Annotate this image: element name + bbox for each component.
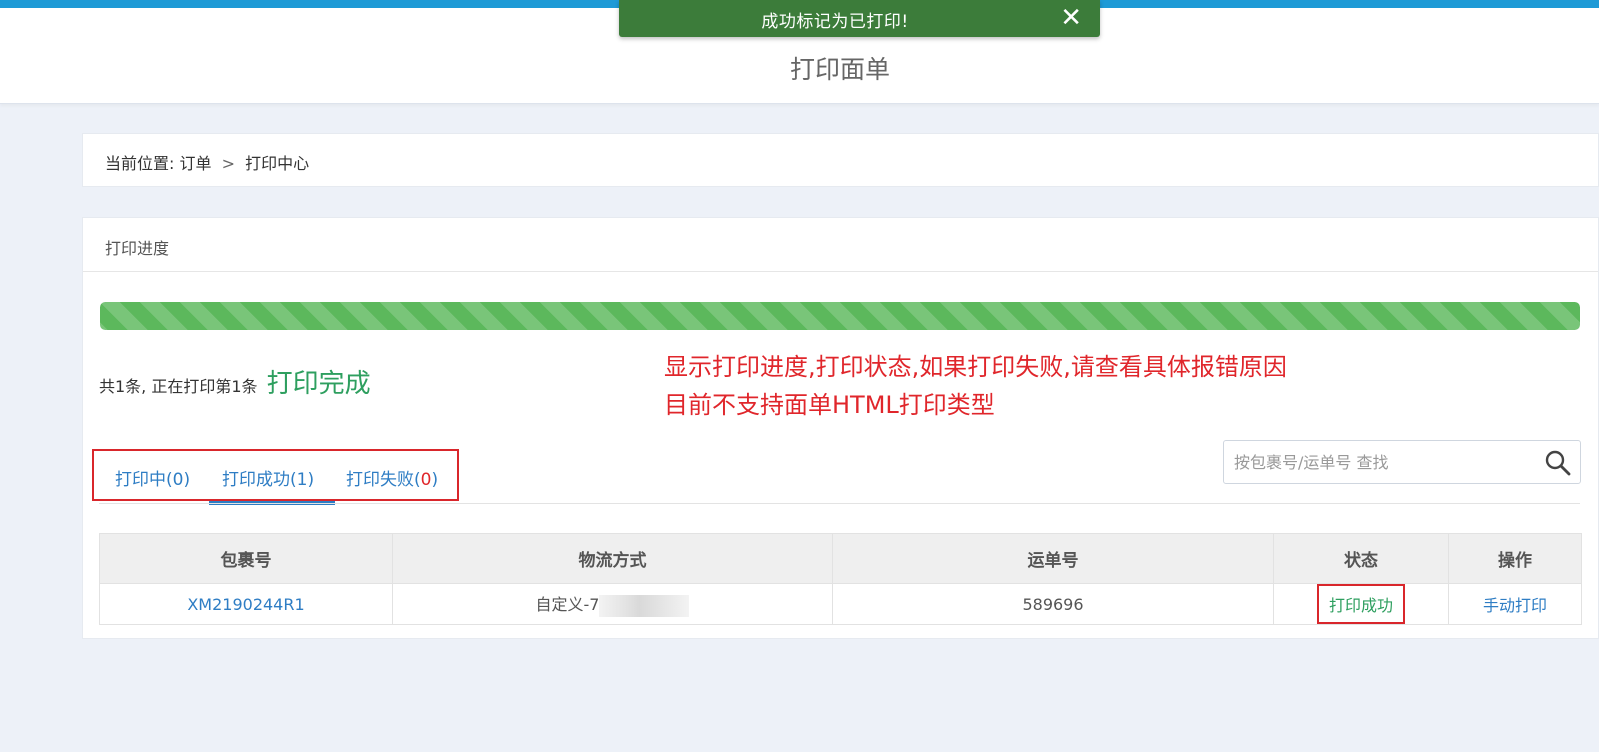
package-no-link[interactable]: XM2190244R1: [187, 595, 304, 614]
toast-message: 成功标记为已打印!: [761, 12, 909, 32]
breadcrumb-panel: 当前位置: 订单 > 打印中心: [82, 133, 1599, 187]
column-header-shipping-method: 物流方式: [392, 533, 833, 584]
breadcrumb-prefix: 当前位置:: [105, 154, 175, 173]
breadcrumb-separator: >: [221, 154, 236, 173]
progress-bar: [100, 302, 1580, 330]
redacted-region: [599, 594, 690, 617]
tab-print-failed-label: 打印失败(: [346, 470, 421, 490]
print-progress-panel: 打印进度 共1条, 正在打印第1条 打印完成 显示打印进度,打印状态,如果打印失…: [82, 217, 1599, 639]
search-icon[interactable]: [1544, 449, 1572, 477]
tab-print-failed-suffix: ): [431, 470, 439, 490]
panel-title: 打印进度: [105, 239, 170, 258]
tab-printing[interactable]: 打印中(0): [115, 465, 190, 490]
search-box: [1223, 440, 1581, 484]
progress-bar-fill: [100, 302, 1580, 330]
breadcrumb-orders[interactable]: 订单: [180, 154, 212, 173]
annotation-line-1: 显示打印进度,打印状态,如果打印失败,请查看具体报错原因: [664, 353, 1287, 381]
manual-print-button[interactable]: 手动打印: [1483, 596, 1547, 615]
table-header-row: 包裹号 物流方式 运单号 状态 操作: [99, 533, 1582, 584]
search-input[interactable]: [1234, 448, 1524, 476]
tab-print-failed[interactable]: 打印失败(0): [346, 465, 438, 490]
shipping-method-cell: 自定义-7: [392, 583, 833, 625]
breadcrumb: 当前位置: 订单 > 打印中心: [105, 150, 309, 174]
status-tabs: 打印中(0) 打印成功(1) 打印失败(0): [92, 449, 459, 501]
tab-print-failed-count: 0: [420, 470, 432, 490]
status-cell: 打印成功: [1273, 583, 1449, 625]
orders-table: 包裹号 物流方式 运单号 状态 操作 XM2190244R1 自定义-7 589…: [99, 533, 1582, 625]
close-icon[interactable]: ✕: [1060, 3, 1082, 33]
column-header-tracking-no: 运单号: [832, 533, 1274, 584]
breadcrumb-print-center: 打印中心: [245, 154, 310, 173]
page-title: 打印面单: [789, 55, 890, 84]
success-toast: 成功标记为已打印! ✕: [619, 0, 1100, 37]
column-header-package-no: 包裹号: [99, 533, 393, 584]
package-no-cell: XM2190244R1: [99, 583, 393, 625]
annotation-line-2: 目前不支持面单HTML打印类型: [664, 391, 995, 419]
tab-print-success[interactable]: 打印成功(1): [222, 465, 314, 490]
tabs-divider: [99, 503, 1580, 504]
column-header-action: 操作: [1448, 533, 1582, 584]
tracking-no-cell: 589696: [832, 583, 1274, 625]
print-summary: 共1条, 正在打印第1条 打印完成: [99, 363, 371, 400]
table-row: XM2190244R1 自定义-7 589696 打印成功 手动打印: [99, 583, 1582, 625]
summary-count: 共1条, 正在打印第1条: [99, 377, 258, 396]
status-badge: 打印成功: [1316, 584, 1405, 624]
panel-header: 打印进度: [83, 218, 1598, 272]
column-header-status: 状态: [1273, 533, 1449, 584]
shipping-method-value: 自定义-7: [535, 595, 600, 615]
action-cell: 手动打印: [1448, 583, 1582, 625]
annotation-note: 显示打印进度,打印状态,如果打印失败,请查看具体报错原因 目前不支持面单HTML…: [664, 348, 1287, 424]
print-complete-status: 打印完成: [266, 369, 371, 399]
